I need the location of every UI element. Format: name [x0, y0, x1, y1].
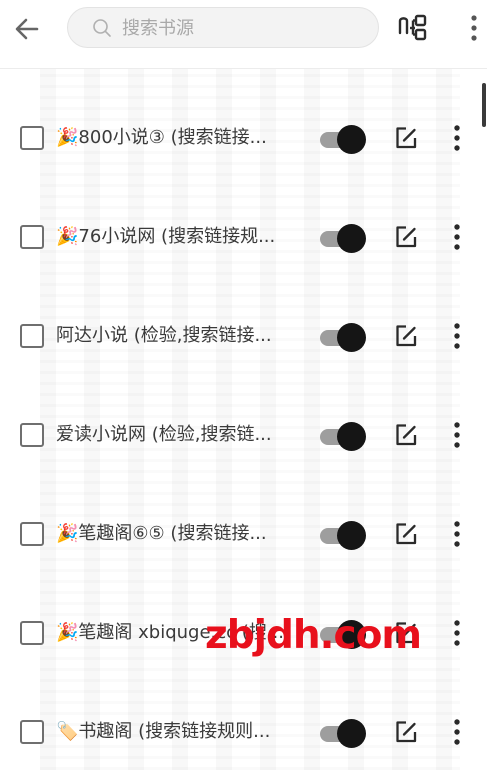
enable-switch[interactable] — [318, 323, 368, 352]
source-name: 76小说网 (搜索链接规... — [78, 226, 276, 247]
source-row[interactable]: 爱读小说网 (检验,搜索链... — [0, 386, 487, 485]
enable-switch[interactable] — [318, 422, 368, 451]
edit-button[interactable] — [393, 323, 419, 349]
back-button[interactable] — [10, 12, 44, 46]
source-row[interactable]: 🎉76小说网 (搜索链接规... — [0, 188, 487, 287]
edit-button[interactable] — [393, 125, 419, 151]
switch-thumb — [337, 224, 366, 253]
edit-icon — [396, 127, 417, 149]
switch-thumb — [337, 323, 366, 352]
switch-thumb — [337, 125, 366, 154]
row-checkbox[interactable] — [20, 720, 44, 744]
more-vertical-icon — [454, 620, 460, 646]
source-emoji: 🏷️ — [56, 721, 79, 742]
edit-icon — [396, 325, 417, 347]
row-more-button[interactable] — [448, 123, 466, 153]
row-more-button[interactable] — [448, 717, 466, 747]
row-checkbox[interactable] — [20, 126, 44, 150]
group-icon — [398, 14, 427, 41]
source-name: 爱读小说网 (检验,搜索链... — [56, 424, 272, 445]
row-more-button[interactable] — [448, 618, 466, 648]
source-emoji: 🎉 — [56, 622, 79, 643]
more-vertical-icon — [471, 15, 477, 41]
edit-button[interactable] — [393, 521, 419, 547]
switch-thumb — [337, 422, 366, 451]
enable-switch[interactable] — [318, 125, 368, 154]
edit-button[interactable] — [393, 719, 419, 745]
overflow-menu-button[interactable] — [466, 14, 482, 42]
source-row[interactable]: 🎉800小说③ (搜索链接... — [0, 89, 487, 188]
row-checkbox[interactable] — [20, 225, 44, 249]
row-checkbox[interactable] — [20, 324, 44, 348]
source-emoji: 🎉 — [56, 523, 79, 544]
row-checkbox[interactable] — [20, 621, 44, 645]
more-vertical-icon — [454, 719, 460, 745]
enable-switch[interactable] — [318, 521, 368, 550]
more-vertical-icon — [454, 224, 460, 250]
row-more-button[interactable] — [448, 222, 466, 252]
edit-button[interactable] — [393, 224, 419, 250]
source-name: 800小说③ (搜索链接... — [78, 127, 267, 148]
more-vertical-icon — [454, 521, 460, 547]
arrow-left-icon — [15, 18, 39, 40]
watermark-text: zbjdh.com — [205, 613, 422, 658]
source-title: 阿达小说 (检验,搜索链接... — [56, 321, 296, 351]
enable-switch[interactable] — [318, 719, 368, 748]
more-vertical-icon — [454, 125, 460, 151]
row-more-button[interactable] — [448, 321, 466, 351]
source-title: 爱读小说网 (检验,搜索链... — [56, 420, 296, 450]
search-icon — [93, 19, 111, 37]
source-row[interactable]: 阿达小说 (检验,搜索链接... — [0, 287, 487, 386]
row-more-button[interactable] — [448, 519, 466, 549]
source-title: 🎉800小说③ (搜索链接... — [56, 123, 296, 153]
switch-thumb — [337, 719, 366, 748]
source-emoji: 🎉 — [56, 226, 79, 247]
source-row[interactable]: 🏷️书趣阁 (搜索链接规则... — [0, 683, 487, 770]
search-input[interactable] — [120, 8, 364, 49]
source-title: 🎉笔趣阁⑥⑤ (搜索链接... — [56, 519, 296, 549]
more-vertical-icon — [454, 323, 460, 349]
source-name: 书趣阁 (搜索链接规则... — [78, 721, 271, 742]
source-row[interactable]: 🎉笔趣阁⑥⑤ (搜索链接... — [0, 485, 487, 584]
source-emoji: 🎉 — [56, 127, 79, 148]
more-vertical-icon — [454, 422, 460, 448]
edit-icon — [396, 226, 417, 248]
row-checkbox[interactable] — [20, 522, 44, 546]
row-more-button[interactable] — [448, 420, 466, 450]
source-title: 🏷️书趣阁 (搜索链接规则... — [56, 717, 296, 747]
enable-switch[interactable] — [318, 224, 368, 253]
top-app-bar — [0, 0, 487, 69]
search-bar[interactable] — [67, 7, 379, 49]
row-checkbox[interactable] — [20, 423, 44, 447]
source-list[interactable]: 🎉800小说③ (搜索链接... 🎉76小说网 (搜索链接规... 阿达小说 (… — [0, 69, 487, 770]
edit-icon — [396, 523, 417, 545]
source-title: 🎉76小说网 (搜索链接规... — [56, 222, 296, 252]
switch-thumb — [337, 521, 366, 550]
edit-icon — [396, 424, 417, 446]
group-button[interactable] — [397, 13, 431, 43]
edit-button[interactable] — [393, 422, 419, 448]
source-name: 阿达小说 (检验,搜索链接... — [56, 325, 272, 346]
source-name: 笔趣阁⑥⑤ (搜索链接... — [78, 523, 267, 544]
edit-icon — [396, 721, 417, 743]
